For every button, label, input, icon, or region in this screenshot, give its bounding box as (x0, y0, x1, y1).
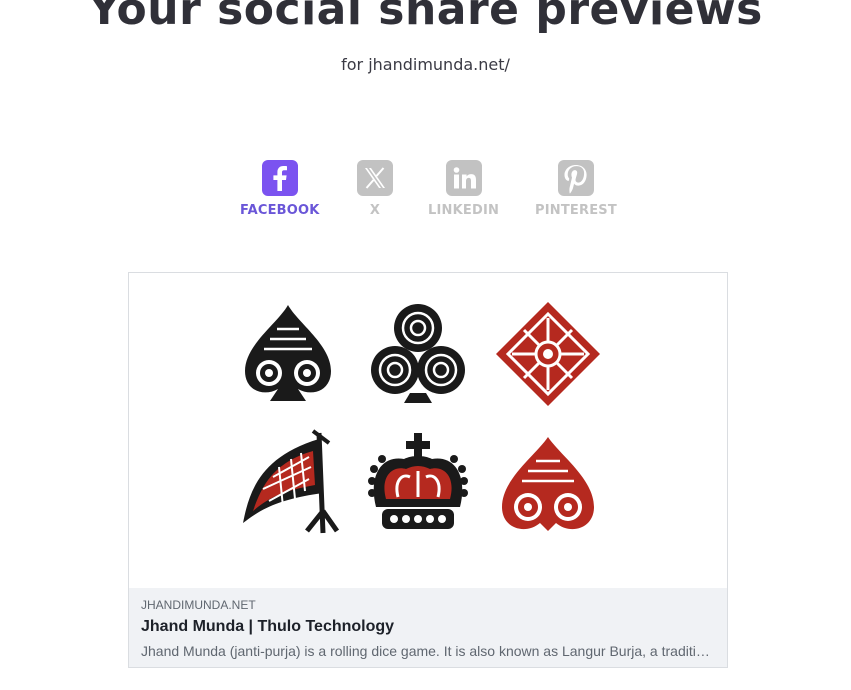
tab-pinterest[interactable]: PINTEREST (535, 160, 617, 218)
tab-label: FACEBOOK (240, 203, 320, 218)
tab-label: X (369, 203, 381, 218)
diamond-icon (496, 302, 600, 406)
facebook-preview-card[interactable]: JHANDIMUNDA.NET Jhand Munda | Thulo Tech… (128, 272, 728, 668)
page-title: Your social share previews (88, 0, 763, 35)
preview-image (129, 273, 727, 588)
heart-icon (502, 437, 594, 531)
club-icon (371, 304, 465, 403)
tab-label: LINKEDIN (428, 203, 500, 218)
preview-meta: JHANDIMUNDA.NET Jhand Munda | Thulo Tech… (129, 588, 727, 667)
preview-description: Jhand Munda (janti-purja) is a rolling d… (141, 643, 715, 659)
flag-icon (243, 429, 340, 534)
preview-domain: JHANDIMUNDA.NET (141, 598, 256, 612)
tab-linkedin[interactable]: LINKEDIN (428, 160, 499, 218)
tab-facebook[interactable]: FACEBOOK (240, 160, 320, 218)
platform-tabs: FACEBOOK X LINKEDIN PINTEREST (0, 160, 851, 220)
tab-x[interactable]: X (357, 160, 393, 218)
x-icon (357, 160, 393, 196)
pinterest-icon (557, 160, 594, 196)
linkedin-icon (445, 160, 482, 196)
crown-icon (368, 433, 468, 529)
spade-icon (245, 305, 331, 401)
tab-label: PINTEREST (535, 203, 617, 218)
page-subtitle: for jhandimunda.net/ (341, 55, 510, 74)
preview-title[interactable]: Jhand Munda | Thulo Technology (141, 617, 715, 637)
facebook-icon (261, 160, 298, 196)
